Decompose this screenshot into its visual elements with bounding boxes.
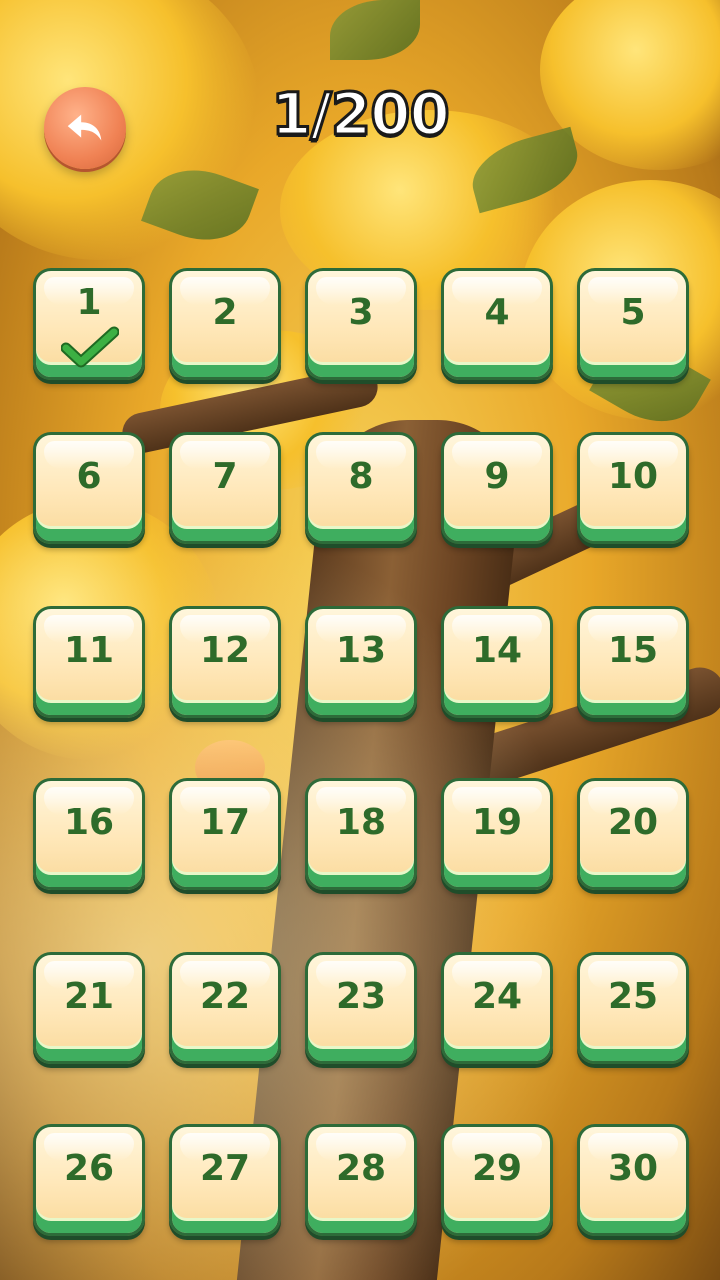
level-button-10[interactable]: 10 xyxy=(577,432,689,550)
level-number: 30 xyxy=(607,1148,659,1189)
level-button-12[interactable]: 12 xyxy=(169,606,281,724)
level-button-3[interactable]: 3 xyxy=(305,268,417,386)
level-button-9[interactable]: 9 xyxy=(441,432,553,550)
level-button-1[interactable]: 1 xyxy=(33,268,145,386)
back-arrow-icon xyxy=(67,114,102,141)
level-grid: 1 2 3 4 5 6 7 8 9 10 11 12 13 14 15 16 17 18 19 20 21 22 23 24 2… xyxy=(33,268,697,1268)
level-button-25[interactable]: 25 xyxy=(577,952,689,1070)
level-number: 29 xyxy=(471,1148,523,1189)
level-number: 25 xyxy=(607,976,659,1017)
level-button-13[interactable]: 13 xyxy=(305,606,417,724)
level-number: 4 xyxy=(484,292,510,333)
level-button-5[interactable]: 5 xyxy=(577,268,689,386)
level-button-21[interactable]: 21 xyxy=(33,952,145,1070)
level-number: 15 xyxy=(607,630,659,671)
level-number: 18 xyxy=(335,802,387,843)
level-button-30[interactable]: 30 xyxy=(577,1124,689,1242)
level-button-8[interactable]: 8 xyxy=(305,432,417,550)
level-button-22[interactable]: 22 xyxy=(169,952,281,1070)
level-button-20[interactable]: 20 xyxy=(577,778,689,896)
level-button-19[interactable]: 19 xyxy=(441,778,553,896)
level-number: 9 xyxy=(484,456,510,497)
level-button-16[interactable]: 16 xyxy=(33,778,145,896)
level-button-26[interactable]: 26 xyxy=(33,1124,145,1242)
level-button-6[interactable]: 6 xyxy=(33,432,145,550)
level-number: 20 xyxy=(607,802,659,843)
level-button-18[interactable]: 18 xyxy=(305,778,417,896)
level-button-29[interactable]: 29 xyxy=(441,1124,553,1242)
level-number: 10 xyxy=(607,456,659,497)
checkmark-icon xyxy=(61,326,119,368)
level-number: 22 xyxy=(199,976,251,1017)
level-number: 8 xyxy=(348,456,374,497)
level-button-24[interactable]: 24 xyxy=(441,952,553,1070)
level-button-27[interactable]: 27 xyxy=(169,1124,281,1242)
level-number: 17 xyxy=(199,802,251,843)
level-button-7[interactable]: 7 xyxy=(169,432,281,550)
level-number: 28 xyxy=(335,1148,387,1189)
level-number: 19 xyxy=(471,802,523,843)
level-button-15[interactable]: 15 xyxy=(577,606,689,724)
level-button-14[interactable]: 14 xyxy=(441,606,553,724)
level-button-2[interactable]: 2 xyxy=(169,268,281,386)
level-button-11[interactable]: 11 xyxy=(33,606,145,724)
level-number: 2 xyxy=(212,292,238,333)
level-number: 1 xyxy=(76,282,102,323)
level-number: 26 xyxy=(63,1148,115,1189)
level-button-17[interactable]: 17 xyxy=(169,778,281,896)
level-button-23[interactable]: 23 xyxy=(305,952,417,1070)
level-number: 5 xyxy=(620,292,646,333)
level-button-28[interactable]: 28 xyxy=(305,1124,417,1242)
level-progress: 1/200 xyxy=(270,79,452,150)
level-number: 14 xyxy=(471,630,523,671)
back-button[interactable] xyxy=(44,87,126,169)
level-number: 23 xyxy=(335,976,387,1017)
level-number: 11 xyxy=(63,630,115,671)
level-number: 27 xyxy=(199,1148,251,1189)
level-number: 6 xyxy=(76,456,102,497)
level-number: 21 xyxy=(63,976,115,1017)
level-number: 16 xyxy=(63,802,115,843)
level-number: 12 xyxy=(199,630,251,671)
level-number: 13 xyxy=(335,630,387,671)
level-button-4[interactable]: 4 xyxy=(441,268,553,386)
level-number: 7 xyxy=(212,456,238,497)
level-number: 3 xyxy=(348,292,374,333)
level-number: 24 xyxy=(471,976,523,1017)
